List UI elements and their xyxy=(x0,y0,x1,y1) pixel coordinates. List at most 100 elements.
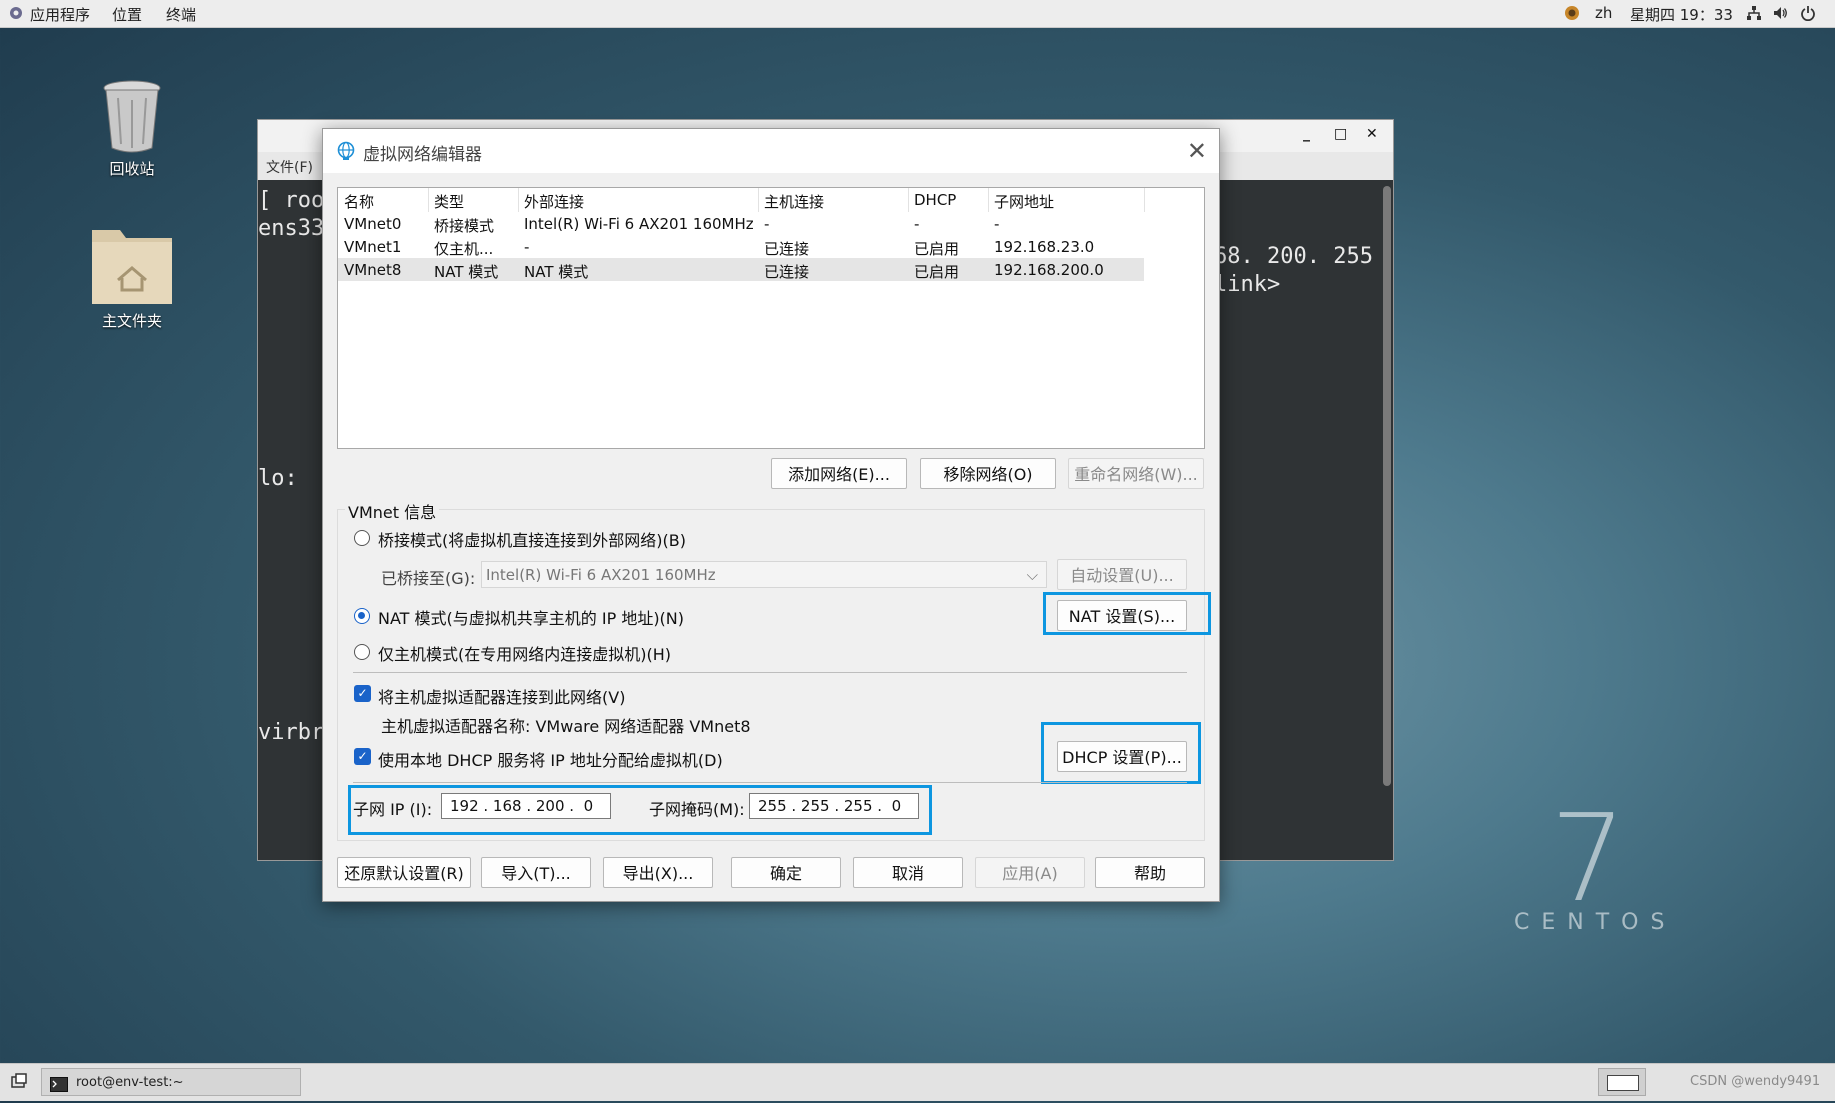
virtual-network-editor-dialog: 虚拟网络编辑器 ✕ 名称 类型 外部连接 主机连接 DHCP 子网地址 VMne… xyxy=(322,128,1220,902)
close-button[interactable]: ✕ xyxy=(1366,126,1378,142)
cell-external: NAT 模式 xyxy=(524,263,589,281)
minimize-button[interactable]: _ xyxy=(1303,126,1310,142)
cell-name: VMnet0 xyxy=(344,215,402,233)
remove-network-button[interactable]: 移除网络(O) xyxy=(920,458,1056,489)
cell-external: - xyxy=(524,238,530,256)
trash-label: 回收站 xyxy=(109,160,155,178)
taskbar-terminal-item[interactable]: root@env-test:~ xyxy=(41,1068,301,1096)
cell-type: 桥接模式 xyxy=(434,217,495,235)
home-folder-label: 主文件夹 xyxy=(101,312,162,330)
cell-name: VMnet1 xyxy=(344,238,402,256)
radio-host-only[interactable] xyxy=(354,644,370,660)
power-icon[interactable] xyxy=(1800,5,1816,22)
cell-dhcp: - xyxy=(914,215,920,233)
watermark: CSDN @wendy9491 xyxy=(1690,1074,1821,1089)
home-folder-icon xyxy=(92,230,172,304)
cancel-button[interactable]: 取消 xyxy=(853,857,963,888)
cell-name: VMnet8 xyxy=(344,261,402,279)
radio-nat-mode[interactable] xyxy=(354,608,370,624)
use-dhcp-label[interactable]: 使用本地 DHCP 服务将 IP 地址分配给虚拟机(D) xyxy=(378,747,723,771)
table-row-selected[interactable]: VMnet8 NAT 模式 NAT 模式 已连接 已启用 192.168.200… xyxy=(338,258,1144,281)
nat-settings-highlight xyxy=(1043,592,1211,635)
host-only-label[interactable]: 仅主机模式(在专用网络内连接虚拟机)(H) xyxy=(378,641,671,665)
network-list[interactable]: 名称 类型 外部连接 主机连接 DHCP 子网地址 VMnet0 桥接模式 In… xyxy=(337,187,1205,449)
dhcp-settings-highlight xyxy=(1041,722,1201,784)
bridged-to-value: Intel(R) Wi-Fi 6 AX201 160MHz xyxy=(486,566,716,584)
dialog-close-button[interactable]: ✕ xyxy=(1187,137,1207,165)
cell-type: 仅主机... xyxy=(434,240,494,258)
status-face-icon[interactable] xyxy=(1564,5,1580,21)
auto-settings-button[interactable]: 自动设置(U)... xyxy=(1057,559,1187,590)
terminal-line: ens33 xyxy=(258,216,325,241)
terminal-scrollbar[interactable] xyxy=(1383,186,1391,786)
vmnet-info-label: VMnet 信息 xyxy=(345,499,440,523)
table-row[interactable]: VMnet1 仅主机... - 已连接 已启用 192.168.23.0 xyxy=(338,235,1144,258)
checkbox-connect-adapter[interactable]: ✓ xyxy=(354,685,371,702)
bridged-to-label: 已桥接至(G): xyxy=(381,569,476,588)
cell-subnet: - xyxy=(994,215,1000,233)
network-globe-icon xyxy=(336,141,356,165)
table-row[interactable]: VMnet0 桥接模式 Intel(R) Wi-Fi 6 AX201 160MH… xyxy=(338,212,1144,235)
centos-wordmark: CENTOS xyxy=(1514,910,1677,935)
workspace-switcher[interactable] xyxy=(1598,1068,1646,1096)
dialog-titlebar[interactable]: 虚拟网络编辑器 ✕ xyxy=(323,129,1219,173)
workspace-icon xyxy=(1607,1075,1639,1091)
cell-type: NAT 模式 xyxy=(434,263,499,281)
column-header-host[interactable]: 主机连接 xyxy=(764,191,824,212)
menu-applications[interactable]: 应用程序 xyxy=(30,4,90,25)
export-button[interactable]: 导出(X)... xyxy=(603,857,713,888)
language-indicator[interactable]: zh xyxy=(1595,4,1612,22)
terminal-line: virbr xyxy=(258,720,325,745)
network-icon[interactable] xyxy=(1746,5,1762,21)
connect-adapter-label[interactable]: 将主机虚拟适配器连接到此网络(V) xyxy=(378,684,625,708)
nat-mode-label[interactable]: NAT 模式(与虚拟机共享主机的 IP 地址)(N) xyxy=(378,605,684,629)
column-header-type[interactable]: 类型 xyxy=(434,191,464,212)
restore-defaults-button[interactable]: 还原默认设置(R) xyxy=(337,857,471,888)
import-button[interactable]: 导入(T)... xyxy=(481,857,591,888)
network-list-header: 名称 类型 外部连接 主机连接 DHCP 子网地址 xyxy=(338,188,1145,212)
centos-version-number: 7 xyxy=(1550,790,1627,929)
apps-icon[interactable] xyxy=(8,5,24,21)
cell-external: Intel(R) Wi-Fi 6 AX201 160MHz xyxy=(524,215,754,233)
divider xyxy=(353,672,1187,673)
volume-icon[interactable] xyxy=(1772,5,1788,21)
desktop-trash[interactable]: 回收站 xyxy=(72,78,192,179)
terminal-menu-file[interactable]: 文件(F) xyxy=(266,157,313,177)
cell-host: - xyxy=(764,215,770,233)
menu-places[interactable]: 位置 xyxy=(112,4,142,25)
bottom-panel: root@env-test:~ CSDN @wendy9491 xyxy=(0,1063,1835,1101)
radio-bridge-mode[interactable] xyxy=(354,530,370,546)
clock[interactable]: 星期四 19：33 xyxy=(1630,4,1733,25)
cell-host: 已连接 xyxy=(764,240,810,258)
checkbox-use-dhcp[interactable]: ✓ xyxy=(354,748,371,765)
show-desktop-icon[interactable] xyxy=(10,1073,28,1095)
help-button[interactable]: 帮助 xyxy=(1095,857,1205,888)
top-panel: 应用程序 位置 终端 zh 星期四 19：33 xyxy=(0,0,1835,28)
cell-dhcp: 已启用 xyxy=(914,263,960,281)
column-header-subnet[interactable]: 子网地址 xyxy=(994,191,1054,212)
bridged-to-select[interactable]: Intel(R) Wi-Fi 6 AX201 160MHz ⌵ xyxy=(481,561,1047,588)
divider xyxy=(353,782,1187,783)
dialog-title: 虚拟网络编辑器 xyxy=(363,145,482,165)
chevron-down-icon: ⌵ xyxy=(1026,566,1038,584)
adapter-name-label: 主机虚拟适配器名称: VMware 网络适配器 VMnet8 xyxy=(381,717,751,736)
add-network-button[interactable]: 添加网络(E)... xyxy=(771,458,907,489)
menu-terminal[interactable]: 终端 xyxy=(166,4,196,25)
bridge-mode-label[interactable]: 桥接模式(将虚拟机直接连接到外部网络)(B) xyxy=(378,527,686,551)
maximize-button[interactable]: □ xyxy=(1334,126,1347,142)
rename-network-button[interactable]: 重命名网络(W)... xyxy=(1068,458,1204,489)
terminal-line: 68. 200. 255 xyxy=(1214,244,1373,269)
apply-button[interactable]: 应用(A) xyxy=(975,857,1085,888)
column-header-name[interactable]: 名称 xyxy=(344,191,374,212)
desktop-home-folder[interactable]: 主文件夹 xyxy=(72,224,192,331)
subnet-highlight xyxy=(348,785,932,835)
ok-button[interactable]: 确定 xyxy=(731,857,841,888)
cell-subnet: 192.168.23.0 xyxy=(994,238,1095,256)
column-header-dhcp[interactable]: DHCP xyxy=(914,191,956,209)
cell-dhcp: 已启用 xyxy=(914,240,960,258)
terminal-icon xyxy=(50,1075,68,1103)
cell-subnet: 192.168.200.0 xyxy=(994,261,1104,279)
taskbar-terminal-label: root@env-test:~ xyxy=(76,1075,184,1090)
terminal-line: link> xyxy=(1214,272,1281,297)
column-header-external[interactable]: 外部连接 xyxy=(524,191,584,212)
